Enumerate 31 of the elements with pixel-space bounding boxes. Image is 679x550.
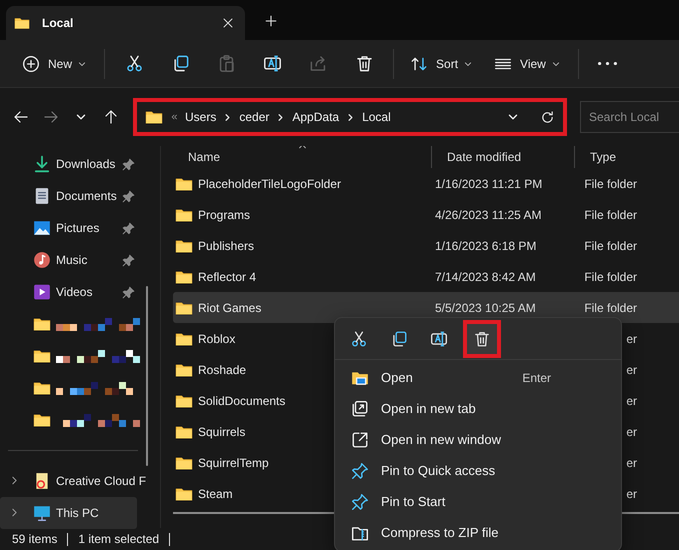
status-text: 1 item selected <box>78 532 170 546</box>
file-name: Programs <box>198 208 250 222</box>
file-name: Reflector 4 <box>198 270 256 284</box>
type-cell-text: er <box>625 394 637 408</box>
type-cell-text: er <box>625 456 637 470</box>
date-cell-text: 4/26/2023 11:25 AM <box>434 208 543 222</box>
file-name: PlaceholderTileLogoFolder <box>198 176 341 191</box>
type-cell-text: File folder <box>583 270 637 284</box>
file-name: Roshade <box>198 362 246 377</box>
type-cell-text: File folder <box>583 208 637 222</box>
type-cell-text: File folder <box>583 300 637 315</box>
file-name: Steam <box>198 486 233 501</box>
status-text: 59 items <box>12 532 68 546</box>
type-cell-text: er <box>625 486 637 501</box>
date-cell-text: 1/16/2023 11:21 PM <box>434 176 544 191</box>
file-name: Publishers <box>198 238 254 253</box>
type-cell-text: File folder <box>583 176 637 191</box>
date-cell-text: 1/16/2023 6:18 PM <box>434 238 538 253</box>
shortcut-text: Enter <box>522 370 551 384</box>
type-cell-text: er <box>625 424 637 439</box>
type-cell-text: er <box>625 362 637 377</box>
date-cell-text: 7/14/2023 8:42 AM <box>434 270 537 284</box>
file-name: SolidDocuments <box>198 394 286 408</box>
tab-title: Local <box>42 16 74 30</box>
file-name: SquirrelTemp <box>198 456 269 470</box>
file-name: Squirrels <box>198 424 246 439</box>
file-name: Roblox <box>198 332 236 346</box>
date-cell-text: 5/5/2023 10:25 AM <box>434 300 537 315</box>
type-cell-text: File folder <box>583 238 637 253</box>
type-cell-text: er <box>625 332 637 346</box>
file-name: Riot Games <box>198 300 262 315</box>
